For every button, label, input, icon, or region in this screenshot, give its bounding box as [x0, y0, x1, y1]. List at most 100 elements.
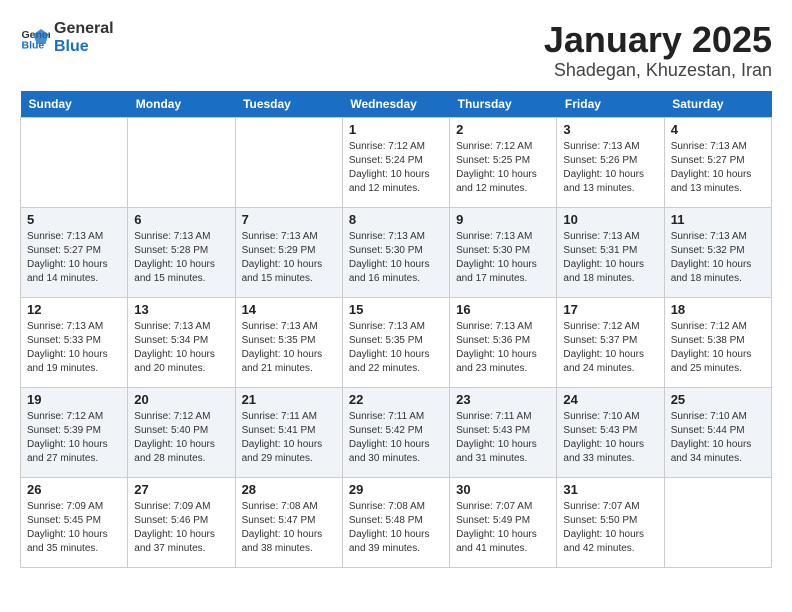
week-row-4: 19 Sunrise: 7:12 AMSunset: 5:39 PMDayligh…	[21, 387, 772, 477]
day-info: Sunrise: 7:08 AMSunset: 5:48 PMDaylight:…	[349, 500, 443, 556]
day-number: 22	[349, 392, 443, 407]
calendar-cell	[128, 117, 235, 207]
month-title: January 2025	[544, 20, 772, 60]
day-number: 21	[242, 392, 336, 407]
logo-general-text: General	[54, 20, 114, 37]
weekday-header-wednesday: Wednesday	[342, 91, 449, 118]
logo-blue-text: Blue	[54, 38, 89, 55]
day-number: 7	[242, 212, 336, 227]
day-number: 3	[563, 122, 657, 137]
day-info: Sunrise: 7:13 AMSunset: 5:35 PMDaylight:…	[349, 320, 443, 376]
day-number: 31	[563, 482, 657, 497]
weekday-header-friday: Friday	[557, 91, 664, 118]
day-number: 26	[27, 482, 121, 497]
calendar-cell: 5Sunrise: 7:13 AMSunset: 5:27 PMDaylight…	[21, 207, 128, 297]
day-number: 17	[563, 302, 657, 317]
calendar-cell: 19 Sunrise: 7:12 AMSunset: 5:39 PMDayligh…	[21, 387, 128, 477]
day-info: Sunrise: 7:13 AMSunset: 5:28 PMDaylight:…	[134, 230, 228, 286]
day-number: 27	[134, 482, 228, 497]
weekday-header-tuesday: Tuesday	[235, 91, 342, 118]
calendar-cell: 4Sunrise: 7:13 AMSunset: 5:27 PMDaylight…	[664, 117, 771, 207]
day-info: Sunrise: 7:13 AMSunset: 5:31 PMDaylight:…	[563, 230, 657, 286]
day-info: Sunrise: 7:13 AMSunset: 5:34 PMDaylight:…	[134, 320, 228, 376]
day-info: Sunrise: 7:07 AMSunset: 5:49 PMDaylight:…	[456, 500, 550, 556]
page-header: General Blue General Blue January 2025 S…	[20, 20, 772, 81]
logo: General Blue General Blue	[20, 20, 114, 55]
calendar-cell: 29 Sunrise: 7:08 AMSunset: 5:48 PMDayligh…	[342, 477, 449, 567]
calendar-cell: 20 Sunrise: 7:12 AMSunset: 5:40 PMDayligh…	[128, 387, 235, 477]
day-number: 14	[242, 302, 336, 317]
day-number: 30	[456, 482, 550, 497]
week-row-2: 5Sunrise: 7:13 AMSunset: 5:27 PMDaylight…	[21, 207, 772, 297]
calendar-cell: 28 Sunrise: 7:08 AMSunset: 5:47 PMDayligh…	[235, 477, 342, 567]
calendar-cell: 18Sunrise: 7:12 AMSunset: 5:38 PMDayligh…	[664, 297, 771, 387]
day-number: 25	[671, 392, 765, 407]
title-block: January 2025 Shadegan, Khuzestan, Iran	[544, 20, 772, 81]
weekday-header-sunday: Sunday	[21, 91, 128, 118]
day-number: 13	[134, 302, 228, 317]
day-number: 19	[27, 392, 121, 407]
calendar-cell: 16Sunrise: 7:13 AMSunset: 5:36 PMDayligh…	[450, 297, 557, 387]
calendar-cell: 24 Sunrise: 7:10 AMSunset: 5:43 PMDayligh…	[557, 387, 664, 477]
calendar-cell: 21Sunrise: 7:11 AMSunset: 5:41 PMDayligh…	[235, 387, 342, 477]
calendar-cell: 15 Sunrise: 7:13 AMSunset: 5:35 PMDayligh…	[342, 297, 449, 387]
week-row-1: 1 Sunrise: 7:12 AMSunset: 5:24 PMDaylight…	[21, 117, 772, 207]
day-info: Sunrise: 7:09 AMSunset: 5:45 PMDaylight:…	[27, 500, 121, 556]
day-info: Sunrise: 7:13 AMSunset: 5:26 PMDaylight:…	[563, 140, 657, 196]
calendar-cell: 12 Sunrise: 7:13 AMSunset: 5:33 PMDayligh…	[21, 297, 128, 387]
calendar-cell: 6 Sunrise: 7:13 AMSunset: 5:28 PMDaylight…	[128, 207, 235, 297]
calendar-cell	[235, 117, 342, 207]
day-number: 11	[671, 212, 765, 227]
day-number: 15	[349, 302, 443, 317]
day-info: Sunrise: 7:13 AMSunset: 5:29 PMDaylight:…	[242, 230, 336, 286]
weekday-header-monday: Monday	[128, 91, 235, 118]
day-number: 28	[242, 482, 336, 497]
day-info: Sunrise: 7:13 AMSunset: 5:33 PMDaylight:…	[27, 320, 121, 376]
day-info: Sunrise: 7:07 AMSunset: 5:50 PMDaylight:…	[563, 500, 657, 556]
calendar-table: SundayMondayTuesdayWednesdayThursdayFrid…	[20, 91, 772, 568]
day-number: 5	[27, 212, 121, 227]
calendar-cell: 17Sunrise: 7:12 AMSunset: 5:37 PMDayligh…	[557, 297, 664, 387]
calendar-cell: 27Sunrise: 7:09 AMSunset: 5:46 PMDayligh…	[128, 477, 235, 567]
day-number: 20	[134, 392, 228, 407]
calendar-cell: 3 Sunrise: 7:13 AMSunset: 5:26 PMDaylight…	[557, 117, 664, 207]
location-title: Shadegan, Khuzestan, Iran	[544, 60, 772, 81]
calendar-cell: 25 Sunrise: 7:10 AMSunset: 5:44 PMDayligh…	[664, 387, 771, 477]
logo-icon: General Blue	[20, 23, 50, 53]
day-number: 12	[27, 302, 121, 317]
day-info: Sunrise: 7:13 AMSunset: 5:36 PMDaylight:…	[456, 320, 550, 376]
calendar-cell: 7 Sunrise: 7:13 AMSunset: 5:29 PMDaylight…	[235, 207, 342, 297]
day-number: 6	[134, 212, 228, 227]
calendar-cell: 13 Sunrise: 7:13 AMSunset: 5:34 PMDayligh…	[128, 297, 235, 387]
week-row-3: 12 Sunrise: 7:13 AMSunset: 5:33 PMDayligh…	[21, 297, 772, 387]
calendar-cell: 8Sunrise: 7:13 AMSunset: 5:30 PMDaylight…	[342, 207, 449, 297]
day-info: Sunrise: 7:12 AMSunset: 5:40 PMDaylight:…	[134, 410, 228, 466]
calendar-cell: 31 Sunrise: 7:07 AMSunset: 5:50 PMDayligh…	[557, 477, 664, 567]
day-number: 29	[349, 482, 443, 497]
weekday-header-row: SundayMondayTuesdayWednesdayThursdayFrid…	[21, 91, 772, 118]
calendar-cell: 14 Sunrise: 7:13 AMSunset: 5:35 PMDayligh…	[235, 297, 342, 387]
day-info: Sunrise: 7:12 AMSunset: 5:39 PMDaylight:…	[27, 410, 121, 466]
calendar-cell: 11 Sunrise: 7:13 AMSunset: 5:32 PMDayligh…	[664, 207, 771, 297]
day-info: Sunrise: 7:11 AMSunset: 5:42 PMDaylight:…	[349, 410, 443, 466]
day-info: Sunrise: 7:12 AMSunset: 5:24 PMDaylight:…	[349, 140, 443, 196]
day-info: Sunrise: 7:13 AMSunset: 5:27 PMDaylight:…	[671, 140, 765, 196]
calendar-cell: 1 Sunrise: 7:12 AMSunset: 5:24 PMDaylight…	[342, 117, 449, 207]
calendar-cell: 26 Sunrise: 7:09 AMSunset: 5:45 PMDayligh…	[21, 477, 128, 567]
day-info: Sunrise: 7:10 AMSunset: 5:43 PMDaylight:…	[563, 410, 657, 466]
day-number: 1	[349, 122, 443, 137]
calendar-cell: 2Sunrise: 7:12 AMSunset: 5:25 PMDaylight…	[450, 117, 557, 207]
calendar-cell: 22 Sunrise: 7:11 AMSunset: 5:42 PMDayligh…	[342, 387, 449, 477]
day-number: 9	[456, 212, 550, 227]
day-info: Sunrise: 7:13 AMSunset: 5:35 PMDaylight:…	[242, 320, 336, 376]
calendar-cell: 10Sunrise: 7:13 AMSunset: 5:31 PMDayligh…	[557, 207, 664, 297]
calendar-cell	[664, 477, 771, 567]
day-info: Sunrise: 7:13 AMSunset: 5:32 PMDaylight:…	[671, 230, 765, 286]
day-info: Sunrise: 7:08 AMSunset: 5:47 PMDaylight:…	[242, 500, 336, 556]
week-row-5: 26 Sunrise: 7:09 AMSunset: 5:45 PMDayligh…	[21, 477, 772, 567]
calendar-cell: 23Sunrise: 7:11 AMSunset: 5:43 PMDayligh…	[450, 387, 557, 477]
day-number: 18	[671, 302, 765, 317]
day-number: 2	[456, 122, 550, 137]
day-number: 24	[563, 392, 657, 407]
day-info: Sunrise: 7:10 AMSunset: 5:44 PMDaylight:…	[671, 410, 765, 466]
